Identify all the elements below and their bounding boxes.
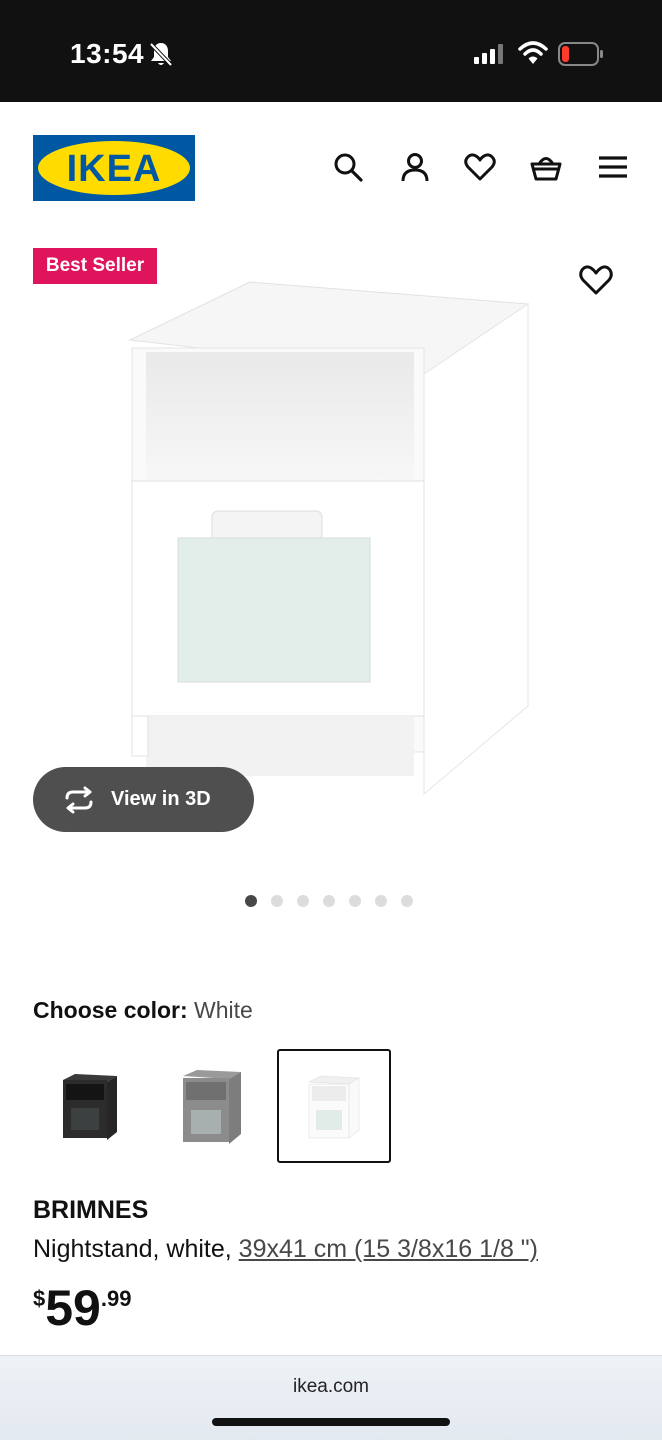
logo-text: IKEA [67,148,162,190]
ikea-logo[interactable]: IKEA [33,135,195,201]
carousel-dot[interactable] [375,895,387,907]
choose-color-row: Choose color: White [33,997,253,1024]
url-text[interactable]: ikea.com [0,1376,662,1398]
wifi-icon [518,41,548,64]
carousel-dot[interactable] [245,895,257,907]
image-carousel-dots [245,895,413,907]
view-in-3d-button[interactable]: View in 3D [33,767,254,832]
basket-icon[interactable] [529,150,563,184]
product-price: $ 59 .99 [33,1280,131,1336]
color-swatch-white[interactable] [277,1049,391,1163]
color-swatch-gray[interactable] [155,1049,269,1163]
price-decimal: .99 [100,1286,132,1311]
product-type: Nightstand, white, [33,1235,232,1263]
product-name: BRIMNES [33,1196,149,1224]
nightstand-gray-thumbnail [183,1070,241,1144]
bell-slash-icon [149,42,173,67]
signal-icon [474,44,503,64]
home-indicator[interactable] [212,1418,450,1426]
rotate-3d-icon [65,786,93,813]
favorite-heart-icon[interactable] [578,262,614,298]
carousel-dot[interactable] [297,895,309,907]
site-header: IKEA [0,102,662,232]
nightstand-black-thumbnail [63,1074,117,1140]
price-integer: 59 [45,1280,101,1336]
selected-color-value: White [194,997,253,1023]
nightstand-white-thumbnail [307,1075,360,1139]
price-currency: $ [33,1286,46,1311]
search-icon[interactable] [331,150,365,184]
carousel-dot[interactable] [323,895,335,907]
heart-icon[interactable] [463,150,497,184]
battery-low-icon [558,42,603,66]
browser-address-bar: ikea.com [0,1355,662,1440]
carousel-dot[interactable] [401,895,413,907]
color-swatch-black-brown[interactable] [33,1049,147,1163]
product-image[interactable] [120,276,540,806]
menu-icon[interactable] [596,150,630,184]
product-description: Nightstand, white, 39x41 cm (15 3/8x16 1… [33,1235,538,1264]
account-icon[interactable] [398,150,432,184]
product-dimensions-link[interactable]: 39x41 cm (15 3/8x16 1/8 ") [239,1235,538,1263]
view-in-3d-label: View in 3D [111,788,211,810]
carousel-dot[interactable] [271,895,283,907]
status-bar: 13:54 [0,0,662,102]
choose-color-label: Choose color: [33,997,188,1023]
carousel-dot[interactable] [349,895,361,907]
status-time: 13:54 [70,38,145,69]
